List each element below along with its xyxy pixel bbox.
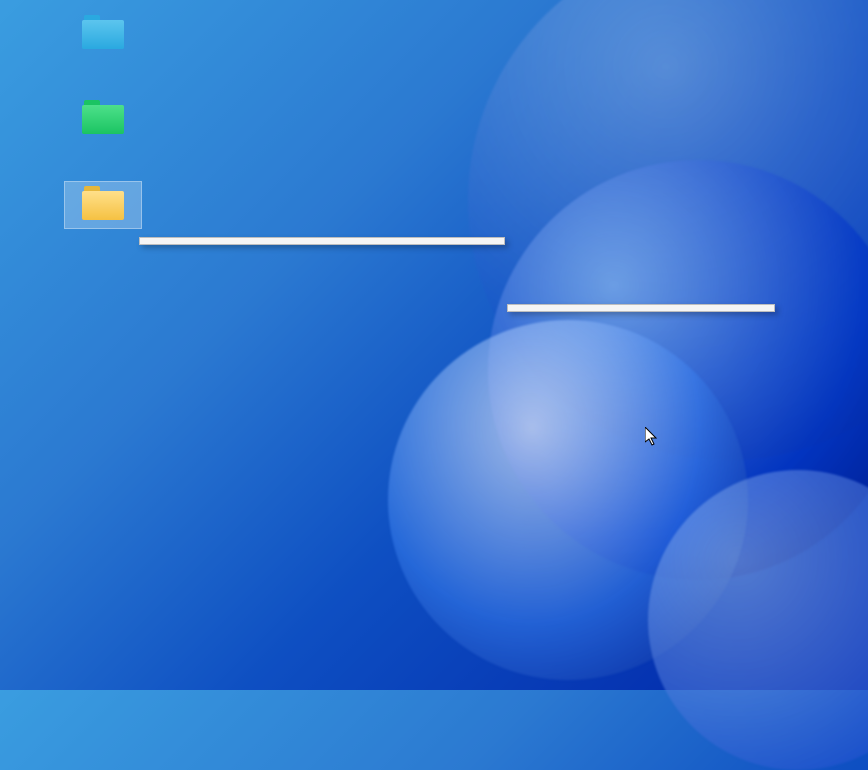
desktop-folder[interactable] <box>65 100 141 138</box>
folder-icon <box>82 15 124 49</box>
color-submenu <box>507 304 775 312</box>
desktop-folder[interactable] <box>65 15 141 53</box>
folder-icon <box>82 100 124 134</box>
desktop-folder[interactable] <box>65 182 141 228</box>
context-menu <box>139 237 505 245</box>
folder-icon <box>82 186 124 220</box>
